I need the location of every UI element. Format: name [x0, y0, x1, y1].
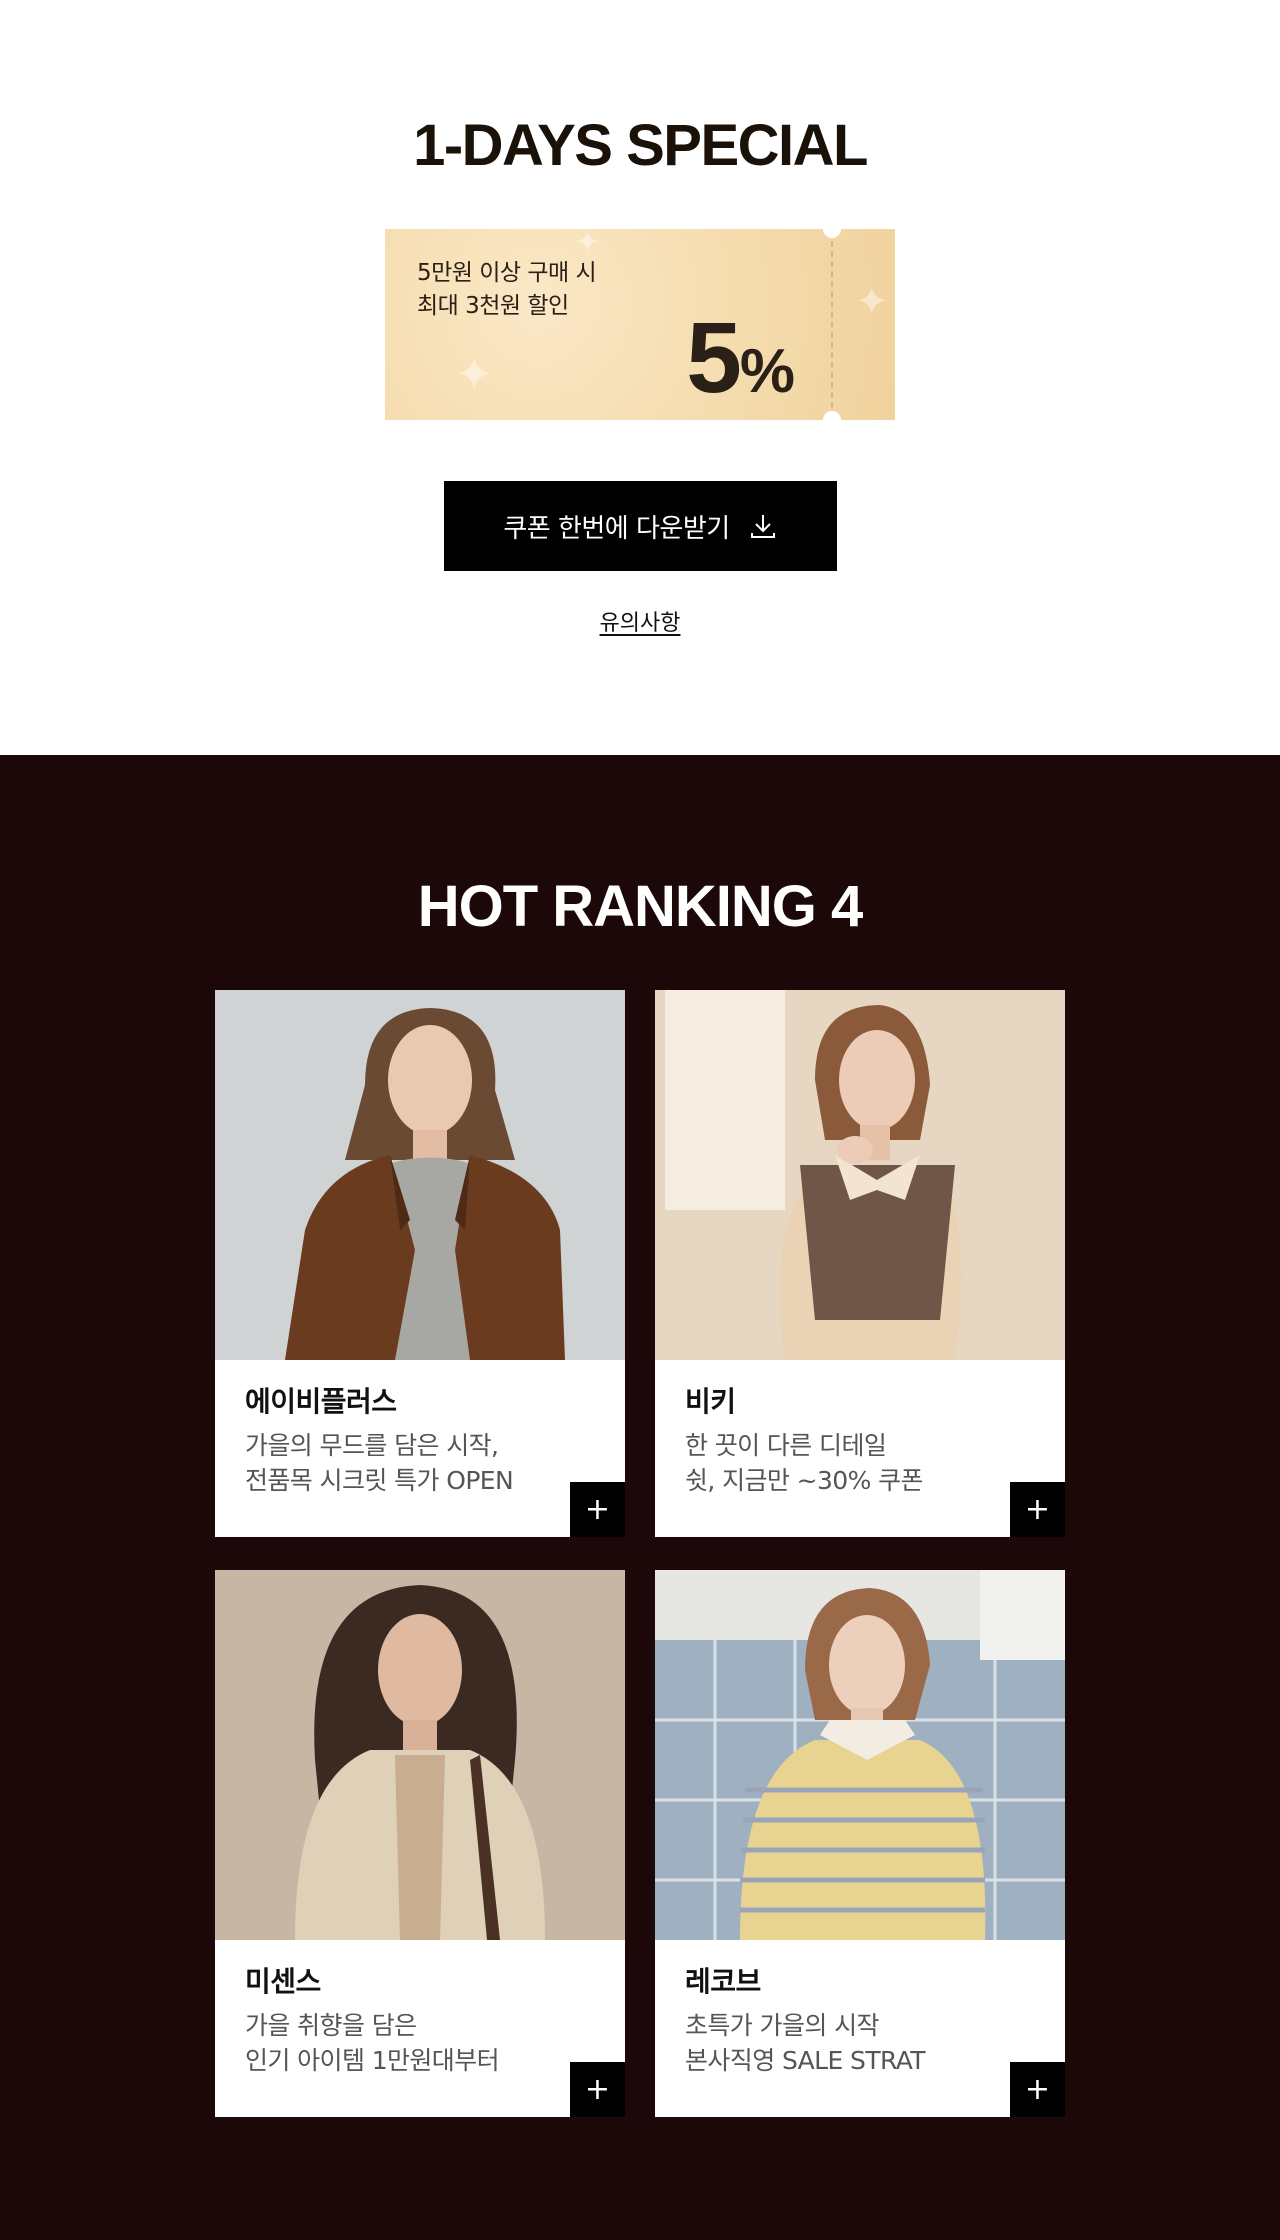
download-all-coupons-button[interactable]: 쿠폰 한번에 다운받기	[444, 481, 837, 571]
product-image[interactable]	[215, 1570, 625, 1940]
brand-name: 레코브	[685, 1965, 761, 1998]
product-description: 가을의 무드를 담은 시작, 전품목 시크릿 특가 OPEN	[245, 1428, 575, 1498]
special-title: 1-DAYS SPECIAL	[413, 113, 868, 178]
coupon-notch	[823, 229, 841, 238]
description-line: 가을의 무드를 담은 시작,	[245, 1431, 499, 1460]
coupon-card[interactable]: ✦ ✦ ✦ ✦ 5만원 이상 구매 시 최대 3천원 할인 5%	[385, 229, 895, 420]
coupon-condition: 5만원 이상 구매 시 최대 3천원 할인	[417, 257, 597, 323]
plus-icon[interactable]: +	[1010, 2062, 1065, 2117]
model-photo	[215, 1570, 625, 1940]
description-line: 전품목 시크릿 특가 OPEN	[245, 1466, 514, 1495]
ranking-card[interactable]: 레코브 초특가 가을의 시작 본사직영 SALE STRAT +	[655, 1570, 1065, 2117]
coupon-rate-unit: %	[739, 337, 795, 406]
product-image[interactable]	[655, 990, 1065, 1360]
description-line: 쉿, 지금만 ~30% 쿠폰	[685, 1466, 924, 1495]
model-photo	[655, 990, 1065, 1360]
description-line: 인기 아이템 1만원대부터	[245, 2046, 500, 2075]
ranking-card[interactable]: 에이비플러스 가을의 무드를 담은 시작, 전품목 시크릿 특가 OPEN +	[215, 990, 625, 1537]
notice-link[interactable]: 유의사항	[600, 611, 681, 636]
product-image[interactable]	[655, 1570, 1065, 1940]
description-line: 가을 취향을 담은	[245, 2011, 417, 2040]
download-button-label: 쿠폰 한번에 다운받기	[503, 513, 730, 544]
product-description: 가을 취향을 담은 인기 아이템 1만원대부터	[245, 2008, 575, 2078]
plus-icon[interactable]: +	[570, 2062, 625, 2117]
description-line: 한 끗이 다른 디테일	[685, 1431, 887, 1460]
model-photo	[655, 1570, 1065, 1940]
brand-name: 비키	[685, 1385, 736, 1418]
product-description: 초특가 가을의 시작 본사직영 SALE STRAT	[685, 2008, 1015, 2078]
description-line: 본사직영 SALE STRAT	[685, 2046, 926, 2075]
sparkle-icon: ✦	[855, 279, 889, 325]
sparkle-icon: ✦	[575, 229, 601, 260]
coupon-rate-number: 5	[686, 302, 742, 414]
plus-icon[interactable]: +	[1010, 1482, 1065, 1537]
product-description: 한 끗이 다른 디테일 쉿, 지금만 ~30% 쿠폰	[685, 1428, 1015, 1498]
plus-icon[interactable]: +	[570, 1482, 625, 1537]
product-image[interactable]	[215, 990, 625, 1360]
coupon-perforation	[831, 241, 833, 408]
notice-link-wrap: 유의사항	[0, 605, 1280, 637]
coupon-notch	[823, 411, 841, 420]
ranking-title: HOT RANKING 4	[417, 874, 864, 939]
coupon-condition-line: 5만원 이상 구매 시	[417, 260, 597, 286]
ranking-card[interactable]: 미센스 가을 취향을 담은 인기 아이템 1만원대부터 +	[215, 1570, 625, 2117]
description-line: 초특가 가을의 시작	[685, 2011, 880, 2040]
coupon-discount-rate: 5%	[675, 301, 795, 416]
special-section: 1-DAYS SPECIAL ✦ ✦ ✦ ✦ 5만원 이상 구매 시 최대 3천…	[0, 0, 1280, 755]
brand-name: 미센스	[245, 1965, 321, 1998]
sparkle-icon: ✦	[455, 347, 494, 401]
download-icon	[750, 515, 775, 538]
model-photo	[215, 990, 625, 1360]
hot-ranking-section: HOT RANKING 4 에이비플러스 가을의 무드를 담은 시작, 전품목 …	[0, 755, 1280, 2240]
coupon-condition-line: 최대 3천원 할인	[417, 293, 569, 319]
ranking-card[interactable]: 비키 한 끗이 다른 디테일 쉿, 지금만 ~30% 쿠폰 +	[655, 990, 1065, 1537]
brand-name: 에이비플러스	[245, 1385, 397, 1418]
